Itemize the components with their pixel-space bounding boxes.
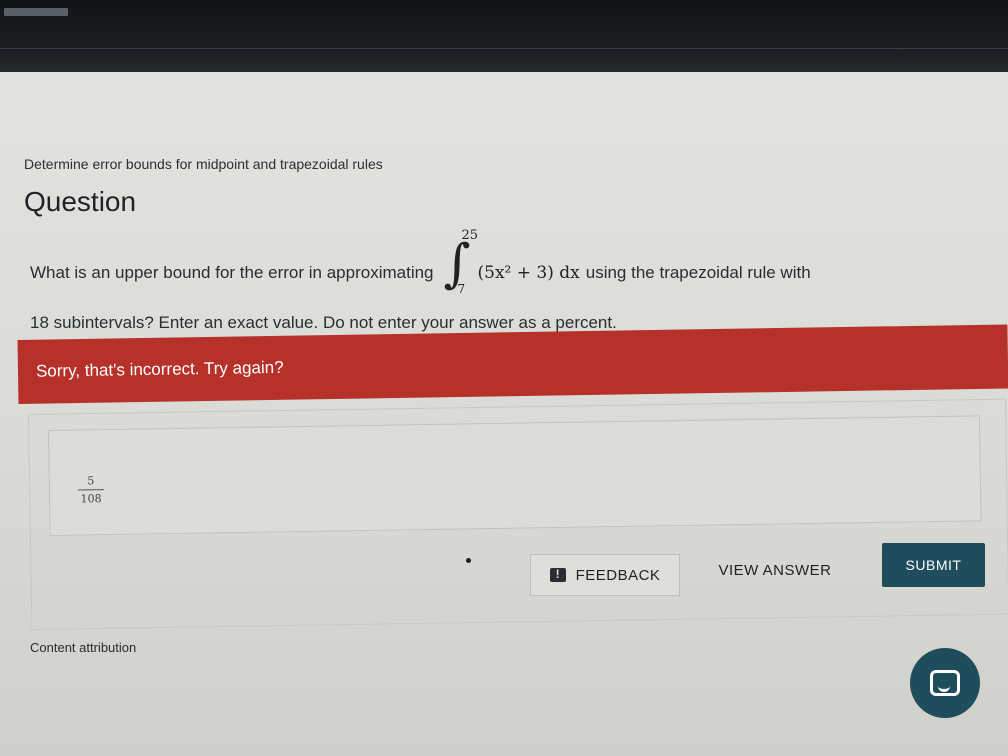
browser-top-bar [0,0,1008,72]
question-text-after: using the trapezoidal rule with [585,262,811,282]
question-line-1: What is an upper bound for the error in … [30,228,990,302]
view-answer-label: VIEW ANSWER [718,561,832,579]
integral-expression: ∫ 25 7 (5x² + 3) dx [440,228,580,302]
screen: Determine error bounds for midpoint and … [0,0,1008,756]
feedback-button[interactable]: FEEDBACK [530,554,680,596]
integral-sign: ∫ 25 7 [440,228,479,302]
feedback-label: FEEDBACK [575,566,661,584]
incorrect-message: Sorry, that's incorrect. Try again? [35,357,284,381]
screen-speck [466,558,471,563]
answer-numerator: 5 [87,474,95,488]
screen-speck [896,52,901,57]
integral-upper-limit: 25 [461,228,479,243]
answer-denominator: 108 [80,492,102,506]
page-title: Question [24,186,137,217]
integrand: (5x² + 3) dx [477,262,580,283]
answer-input[interactable]: 5 108 [48,415,982,536]
submit-button[interactable]: SUBMIT [882,543,985,587]
fraction-bar [77,489,104,491]
question-text: What is an upper bound for the error in … [30,228,990,334]
integral-lower-limit: 7 [457,282,466,296]
content-attribution-link[interactable]: Content attribution [30,640,136,655]
view-answer-button[interactable]: VIEW ANSWER [700,550,850,590]
assignment-breadcrumb: Determine error bounds for midpoint and … [24,156,383,172]
question-text-before: What is an upper bound for the error in … [30,262,434,282]
chat-button[interactable] [910,648,980,718]
top-bar-divider [0,48,1008,49]
chat-icon [930,670,960,696]
answer-fraction: 5 108 [77,474,104,506]
submit-label: SUBMIT [905,557,962,573]
browser-tab[interactable] [4,8,68,16]
feedback-icon [549,567,566,582]
